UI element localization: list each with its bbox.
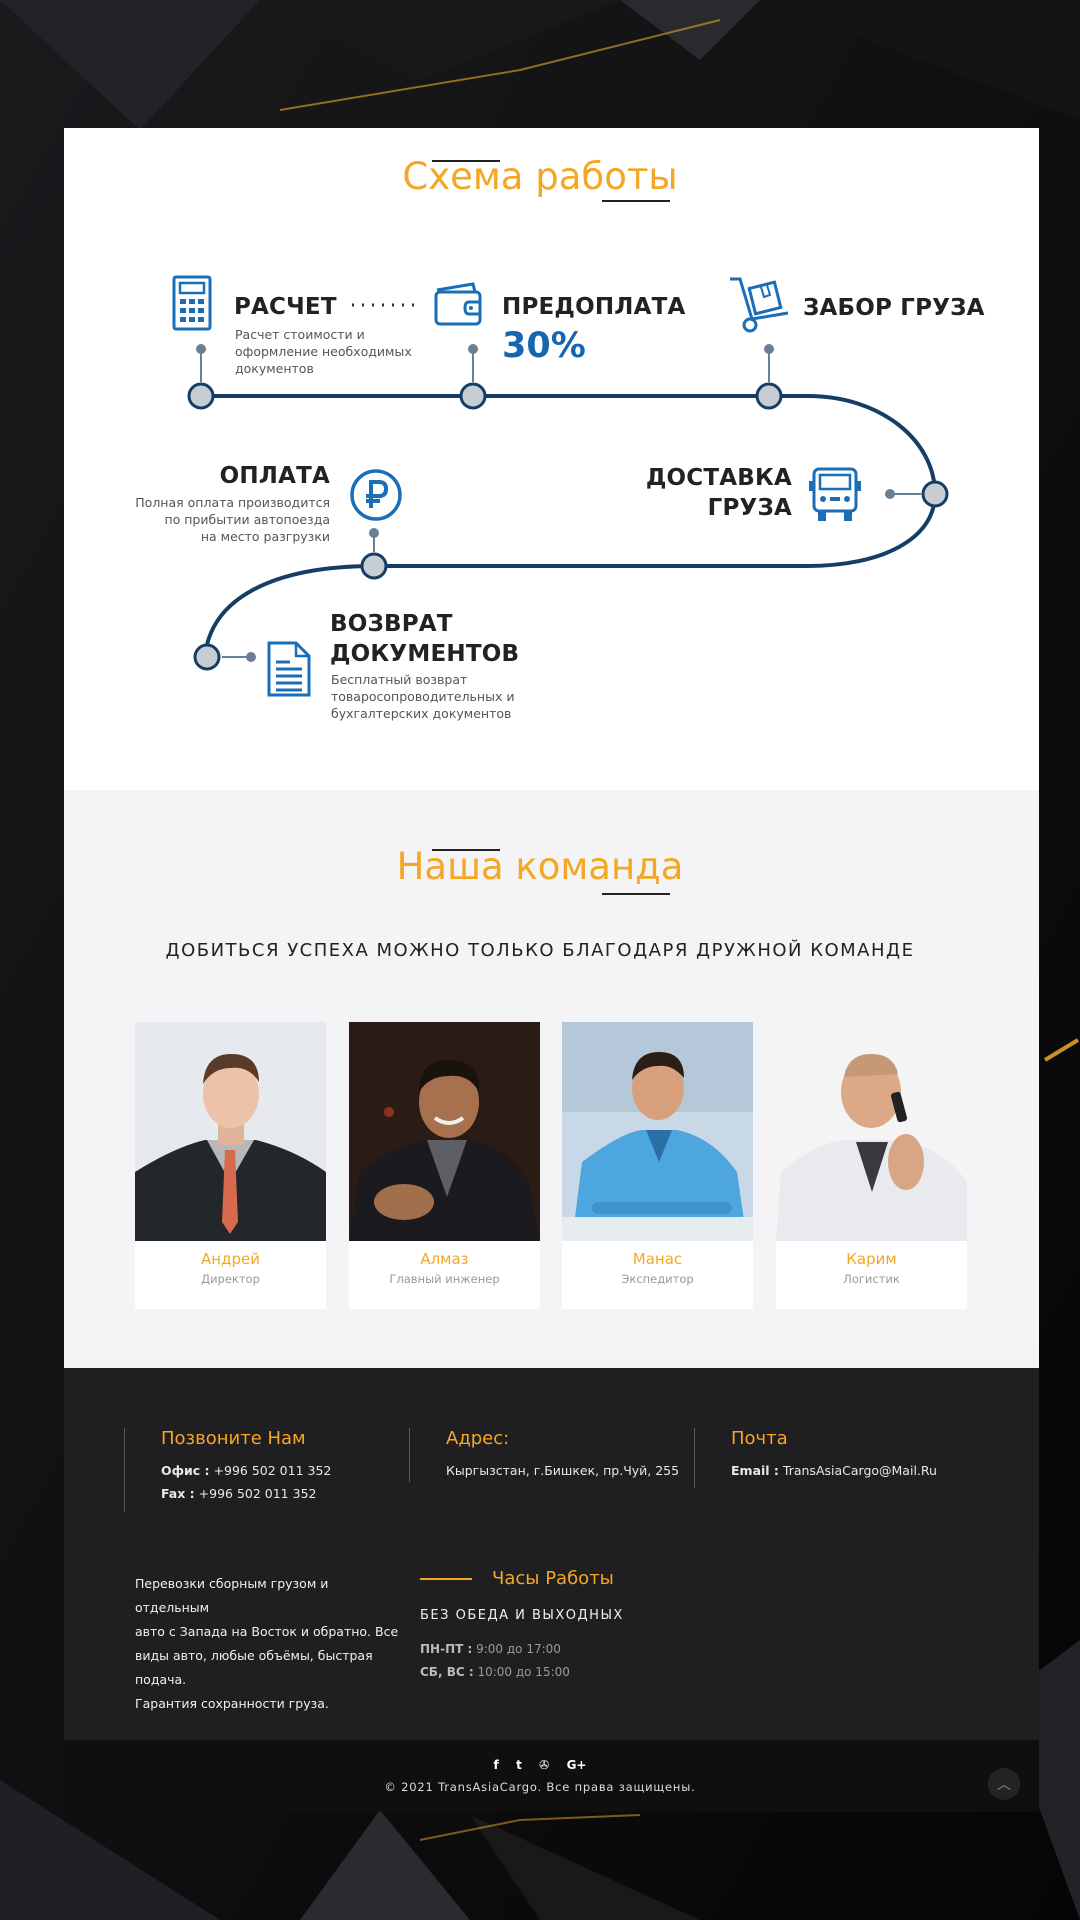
hours-weekdays: ПН-ПТ : 9:00 до 17:00 <box>420 1642 561 1656</box>
member-role: Логистик <box>843 1272 900 1286</box>
step-payment-title: ОПЛАТА <box>219 463 330 489</box>
footer-about-text: Перевозки сборным грузом и отдельным авт… <box>135 1576 399 1711</box>
team-card-karim: Карим Логистик <box>776 1022 967 1309</box>
mail-title: Почта <box>731 1428 788 1449</box>
fax-number[interactable]: Fax : +996 502 011 352 <box>161 1486 331 1501</box>
step-prepay-value: 30% <box>502 326 586 366</box>
office-phone[interactable]: Офис : +996 502 011 352 <box>161 1463 331 1478</box>
avatar <box>349 1022 540 1241</box>
arrow-up-icon[interactable]: ︿ <box>988 1768 1020 1800</box>
calculator-icon <box>172 275 212 331</box>
hours-weekend: СБ, ВС : 10:00 до 15:00 <box>420 1665 570 1679</box>
hours-title: Часы Работы <box>492 1568 614 1589</box>
footer-address-column: Адрес: Кыргызстан, г.Бишкек, пр.Чуй, 255 <box>409 1428 679 1482</box>
ruble-icon <box>350 469 402 521</box>
address-title: Адрес: <box>446 1428 510 1449</box>
step-pickup-title: ЗАБОР ГРУЗА <box>803 295 985 321</box>
team-card-andrey: Андрей Директор <box>135 1022 326 1309</box>
google-plus-icon[interactable]: G+ <box>567 1758 587 1772</box>
twitter-icon[interactable]: t <box>516 1758 522 1772</box>
team-card-manas: Манас Экспедитор <box>562 1022 753 1309</box>
hours-subtitle: БЕЗ ОБЕДА И ВЫХОДНЫХ <box>420 1608 624 1623</box>
wallet-icon <box>434 282 482 326</box>
step-return-title: ВОЗВРАТ ДОКУМЕНТОВ <box>330 611 520 667</box>
title-decor-line <box>432 849 500 851</box>
step-payment-desc: Полная оплата производится по прибытии а… <box>135 495 330 544</box>
hours-header: Часы Работы <box>420 1568 614 1589</box>
team-subtitle: ДОБИТЬСЯ УСПЕХА МОЖНО ТОЛЬКО БЛАГОДАРЯ Д… <box>165 940 915 961</box>
avatar <box>135 1022 326 1241</box>
team-title: Наша команда <box>396 845 684 888</box>
member-name: Манас <box>632 1250 683 1268</box>
member-role: Главный инженер <box>389 1272 500 1286</box>
truck-icon <box>809 467 861 521</box>
footer-mail-column: Почта Email : TransAsiaCargo@Mail.Ru <box>694 1428 937 1488</box>
title-decor-line <box>602 893 670 895</box>
address-value: Кыргызстан, г.Бишкек, пр.Чуй, 255 <box>446 1463 680 1478</box>
document-icon <box>267 641 311 697</box>
copyright-bar <box>64 1740 1039 1812</box>
hours-accent-bar <box>420 1577 472 1580</box>
footer-call-column: Позвоните Нам Офис : +996 502 011 352 Fa… <box>124 1428 331 1512</box>
avatar <box>562 1022 753 1241</box>
team-card-almaz: Алмаз Главный инженер <box>349 1022 540 1309</box>
call-title: Позвоните Нам <box>161 1428 306 1449</box>
social-links: f t ✇ G+ <box>0 1758 1080 1772</box>
avatar <box>776 1022 967 1241</box>
email-link[interactable]: Email : TransAsiaCargo@Mail.Ru <box>731 1463 937 1478</box>
member-role: Экспедитор <box>621 1272 694 1286</box>
member-name: Андрей <box>201 1250 260 1268</box>
step-calc-desc: Расчет стоимости и оформление необходимы… <box>235 327 412 376</box>
step-prepay-title: ПРЕДОПЛАТА <box>502 294 686 320</box>
copyright-text: © 2021 TransAsiaCargo. Все права защищен… <box>384 1780 696 1794</box>
dribbble-icon[interactable]: ✇ <box>539 1758 549 1772</box>
step-calc-title: РАСЧЕТ <box>234 294 337 320</box>
member-role: Директор <box>201 1272 260 1286</box>
member-name: Алмаз <box>420 1250 469 1268</box>
member-name: Карим <box>846 1250 897 1268</box>
hand-truck-icon <box>730 277 789 333</box>
facebook-icon[interactable]: f <box>494 1758 499 1772</box>
step-return-desc: Бесплатный возврат товаросопроводительны… <box>331 672 515 721</box>
step-delivery-title: ДОСТАВКА ГРУЗА <box>645 465 792 521</box>
process-path <box>187 303 949 671</box>
